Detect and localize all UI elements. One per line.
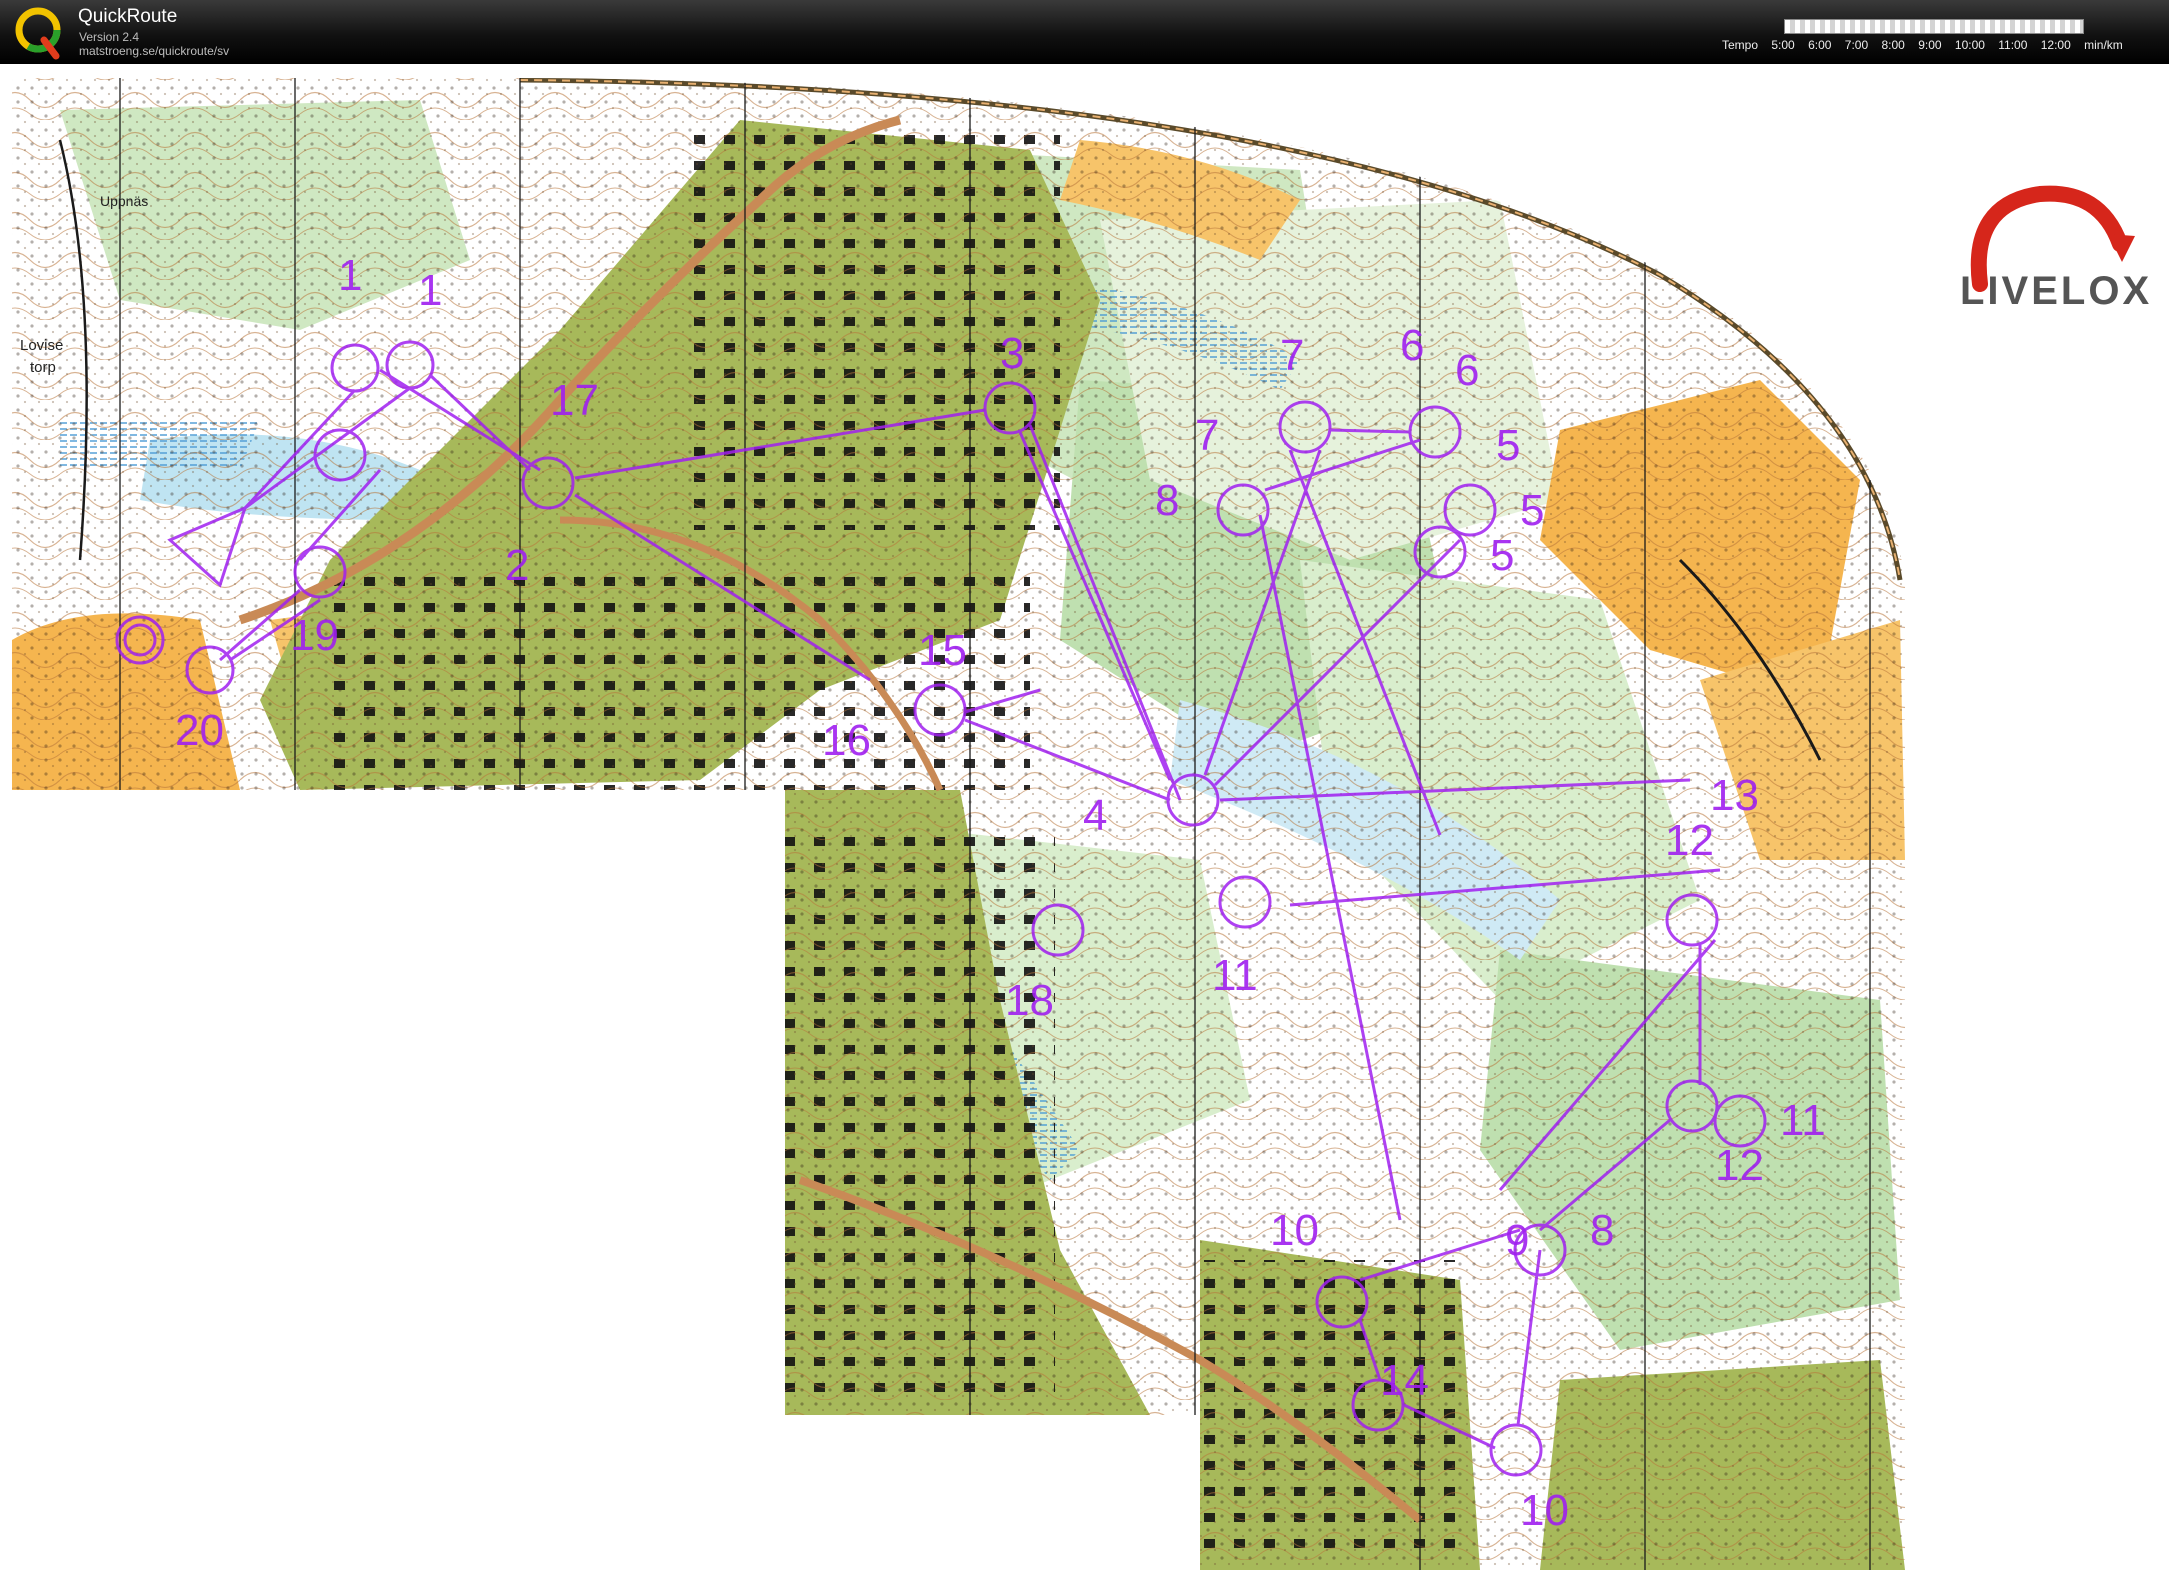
control-label: 17 [550,376,599,425]
control-label: 8 [1590,1206,1614,1255]
control-label: 9 [1505,1216,1529,1265]
control-label: 1 [418,266,442,315]
place-name-torp: torp [30,359,56,376]
livelox-logo-text: LIVELOX [1960,269,2153,313]
control-label: 7 [1280,331,1304,380]
pace-legend: Tempo 5:00 6:00 7:00 8:00 9:00 10:00 11:… [1722,38,2133,52]
orienteering-map: Uppnäs Lovise torp 1 1 2 3 4 5 5 5 6 6 7… [12,78,1905,1570]
control-label: 5 [1490,531,1514,580]
pace-tick: 6:00 [1808,38,1832,52]
control-label: 6 [1455,346,1479,395]
control-label: 13 [1710,771,1759,820]
control-label: 14 [1380,1356,1429,1405]
control-label: 10 [1270,1206,1319,1255]
control-label: 20 [175,706,224,755]
control-label: 12 [1665,816,1714,865]
pace-tick: 5:00 [1771,38,1795,52]
place-name-uppnas: Uppnäs [100,193,148,209]
control-label: 3 [1000,329,1024,378]
app-version: Version 2.4 [79,30,140,44]
control-label: 1 [338,251,362,300]
control-label: 6 [1400,321,1424,370]
control-label: 8 [1155,476,1179,525]
control-label: 10 [1520,1486,1569,1535]
pace-tick: 8:00 [1881,38,1905,52]
app-title: QuickRoute [78,6,178,27]
control-label: 5 [1496,421,1520,470]
pace-tick: 10:00 [1954,38,1985,52]
control-label: 18 [1005,976,1054,1025]
control-label: 5 [1520,486,1544,535]
control-label: 19 [290,611,339,660]
control-label: 12 [1715,1141,1764,1190]
control-label: 16 [822,716,871,765]
pace-color-scale [1784,19,2084,34]
pace-unit: min/km [2084,38,2123,52]
place-name-lovise: Lovise [20,337,63,354]
quickroute-q-icon [15,7,61,60]
app-header: QuickRoute Version 2.4 matstroeng.se/qui… [0,0,2169,64]
control-label: 4 [1083,791,1107,840]
control-label: 11 [1780,1096,1826,1145]
app-url[interactable]: matstroeng.se/quickroute/sv [79,44,229,58]
pace-tick: 12:00 [2040,38,2071,52]
control-label: 7 [1195,411,1219,460]
orienteering-map-view[interactable]: Uppnäs Lovise torp 1 1 2 3 4 5 5 5 6 6 7… [0,64,2169,1582]
pace-label: Tempo [1722,38,1759,52]
pace-tick: 9:00 [1918,38,1942,52]
control-label: 2 [505,541,529,590]
pace-tick: 11:00 [1998,38,2028,52]
control-label: 11 [1212,951,1258,1000]
control-label: 15 [918,626,967,675]
pace-tick: 7:00 [1844,38,1869,52]
